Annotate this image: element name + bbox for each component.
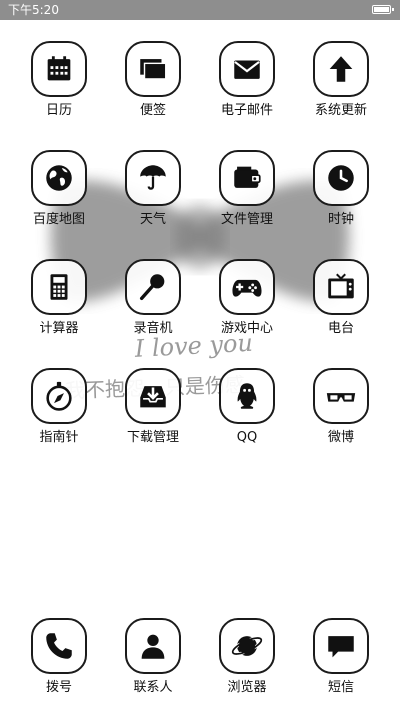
app-label: 天气 [139, 212, 166, 227]
dock-contacts[interactable]: 联系人 [108, 618, 198, 696]
mail-icon [234, 60, 260, 79]
dock-browser[interactable]: 浏览器 [202, 618, 292, 696]
app-label: 计算器 [39, 321, 79, 336]
app-system-update[interactable]: 系统更新 [296, 41, 386, 119]
message-bubble-icon [328, 636, 354, 658]
app-radio[interactable]: 电台 [296, 259, 386, 337]
app-label: 浏览器 [227, 680, 267, 695]
app-tile [219, 41, 275, 97]
app-tile [313, 368, 369, 424]
app-tile [219, 150, 275, 206]
app-label: 百度地图 [32, 212, 85, 227]
app-tile [125, 259, 181, 315]
app-label: 电台 [327, 321, 354, 336]
app-label: QQ [236, 430, 258, 445]
planet-icon [231, 636, 263, 656]
app-tile [31, 259, 87, 315]
app-label: 短信 [327, 680, 354, 695]
app-label: 拨号 [45, 680, 72, 695]
app-download-manager[interactable]: 下载管理 [108, 368, 198, 446]
app-label: 电子邮件 [220, 103, 273, 118]
app-tile [31, 150, 87, 206]
update-arrow-icon [329, 56, 353, 82]
app-recorder[interactable]: 录音机 [108, 259, 198, 337]
compass-icon [46, 381, 72, 411]
contact-person-icon [141, 634, 165, 659]
app-tile [313, 259, 369, 315]
app-tile [31, 368, 87, 424]
3d-glasses-icon [326, 393, 356, 402]
app-tile [313, 41, 369, 97]
tv-icon [328, 273, 354, 299]
app-email[interactable]: 电子邮件 [202, 41, 292, 119]
app-tile [125, 41, 181, 97]
app-label: 便签 [139, 103, 166, 118]
app-tile [219, 368, 275, 424]
app-tile [219, 618, 275, 674]
app-tile [125, 368, 181, 424]
app-label: 下载管理 [126, 430, 179, 445]
app-calculator[interactable]: 计算器 [14, 259, 104, 337]
app-weather[interactable]: 天气 [108, 150, 198, 228]
app-label: 微博 [327, 430, 354, 445]
app-file-manager[interactable]: 文件管理 [202, 150, 292, 228]
download-tray-icon [140, 386, 166, 408]
app-tile [313, 150, 369, 206]
app-label: 日历 [45, 103, 72, 118]
gamepad-icon [232, 279, 262, 297]
status-time: 下午5:20 [8, 3, 59, 17]
battery-icon [372, 5, 394, 14]
app-tile [219, 259, 275, 315]
wallpaper: I love you 我不抱怨，只是伤感 [50, 180, 350, 403]
app-calendar[interactable]: 日历 [14, 41, 104, 119]
app-label: 联系人 [133, 680, 173, 695]
app-label: 录音机 [133, 321, 173, 336]
app-tile [313, 618, 369, 674]
app-label: 指南针 [39, 430, 79, 445]
notes-icon [140, 59, 167, 80]
qq-penguin-icon [237, 383, 257, 409]
app-compass[interactable]: 指南针 [14, 368, 104, 446]
app-game-center[interactable]: 游戏中心 [202, 259, 292, 337]
app-weibo[interactable]: 微博 [296, 368, 386, 446]
app-baidu-map[interactable]: 百度地图 [14, 150, 104, 228]
calendar-icon [47, 56, 71, 81]
microphone-icon [139, 274, 165, 301]
app-tile [125, 618, 181, 674]
app-tile [31, 618, 87, 674]
app-notes[interactable]: 便签 [108, 41, 198, 119]
calculator-icon [50, 274, 68, 300]
app-label: 时钟 [327, 212, 354, 227]
app-tile [125, 150, 181, 206]
dock-dialer[interactable]: 拨号 [14, 618, 104, 696]
app-label: 系统更新 [314, 103, 367, 118]
wallet-icon [234, 166, 261, 188]
app-clock[interactable]: 时钟 [296, 150, 386, 228]
clock-icon [328, 165, 354, 191]
app-label: 游戏中心 [220, 321, 273, 336]
dock-messages[interactable]: 短信 [296, 618, 386, 696]
app-qq[interactable]: QQ [202, 368, 292, 446]
phone-icon [46, 633, 72, 659]
globe-icon [46, 165, 72, 191]
status-bar: 下午5:20 [0, 0, 400, 20]
app-label: 文件管理 [220, 212, 273, 227]
umbrella-icon [140, 165, 166, 190]
app-tile [31, 41, 87, 97]
